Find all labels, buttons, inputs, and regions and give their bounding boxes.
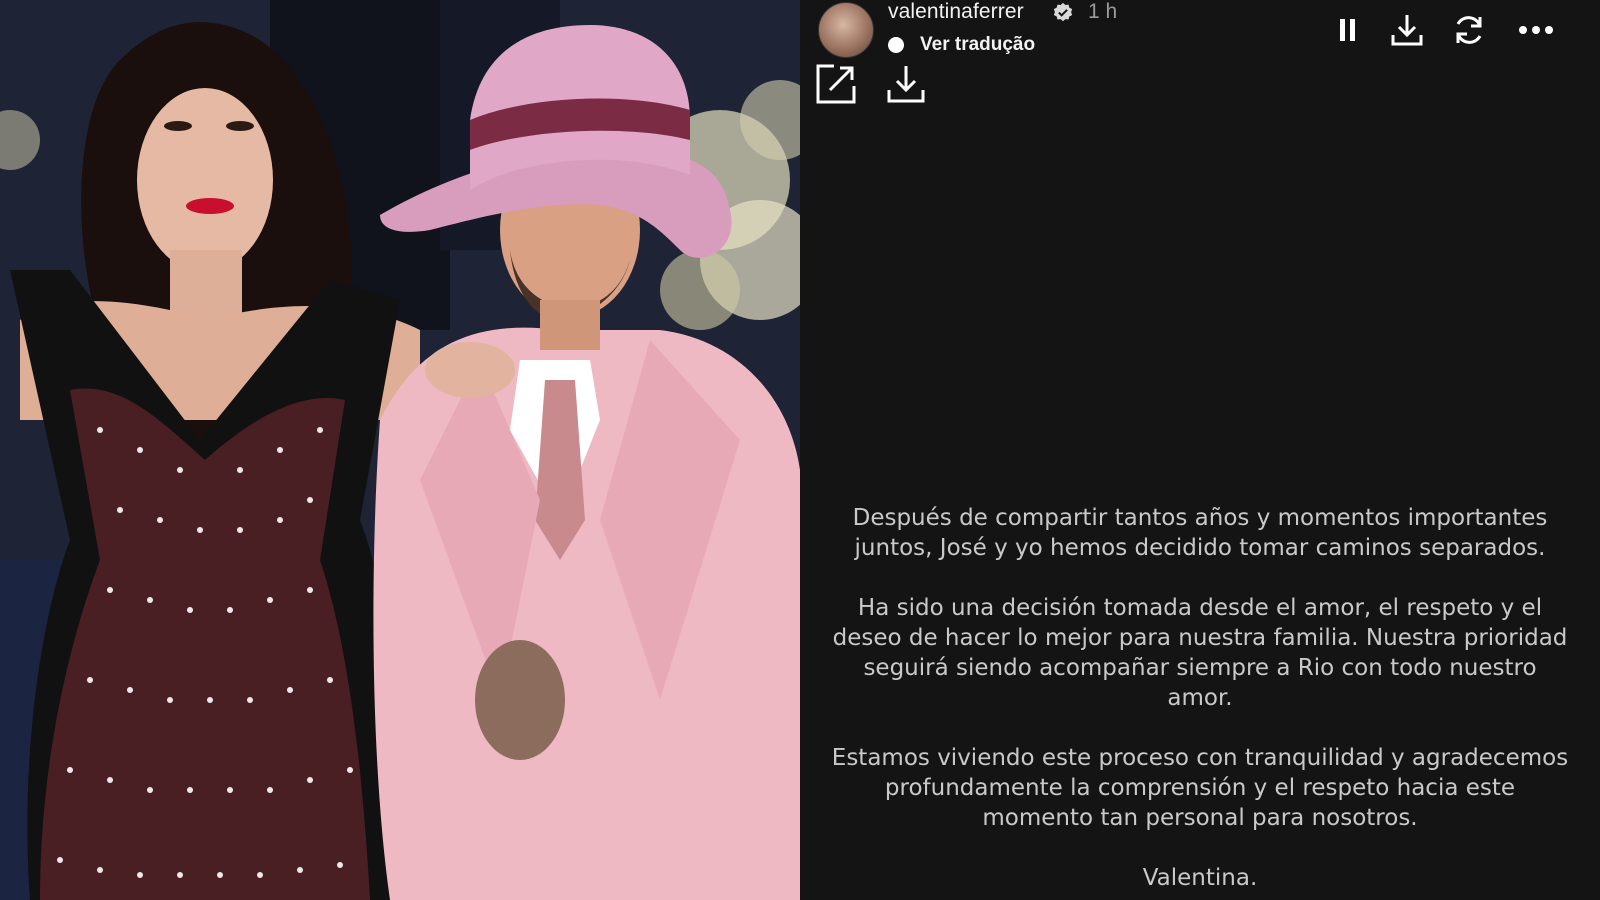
download-icon	[1391, 15, 1423, 46]
refresh-icon	[1456, 16, 1482, 44]
refresh-button[interactable]	[1447, 8, 1491, 52]
message-paragraph-2: Ha sido una decisión tomada desde el amo…	[832, 595, 1568, 711]
message-paragraph-1: Después de compartir tantos años y momen…	[852, 505, 1548, 561]
story-viewer: valentinaferrer 1 h Ver tradução Después…	[800, 0, 1600, 900]
download-button[interactable]	[1385, 8, 1429, 52]
open-external-button[interactable]	[812, 60, 860, 108]
translate-icon	[888, 37, 904, 53]
translate-label: Ver tradução	[920, 34, 1036, 55]
photo-illustration	[0, 0, 800, 900]
message-signature: Valentina.	[1142, 865, 1258, 891]
user-avatar[interactable]	[818, 2, 874, 58]
download-icon	[887, 66, 925, 103]
message-paragraph-3: Estamos viviendo este proceso con tranqu…	[831, 745, 1569, 831]
pause-icon	[1340, 19, 1355, 41]
download-button-secondary[interactable]	[882, 60, 930, 108]
story-username[interactable]: valentinaferrer	[888, 0, 1024, 24]
couple-photo	[0, 0, 800, 900]
story-message: Después de compartir tantos años y momen…	[830, 503, 1570, 900]
pause-button[interactable]	[1326, 8, 1370, 52]
more-options-button[interactable]	[1514, 8, 1558, 52]
story-timestamp: 1 h	[1088, 0, 1118, 23]
open-external-icon	[816, 64, 856, 104]
verified-badge-icon	[1053, 2, 1073, 22]
more-icon	[1519, 26, 1553, 34]
